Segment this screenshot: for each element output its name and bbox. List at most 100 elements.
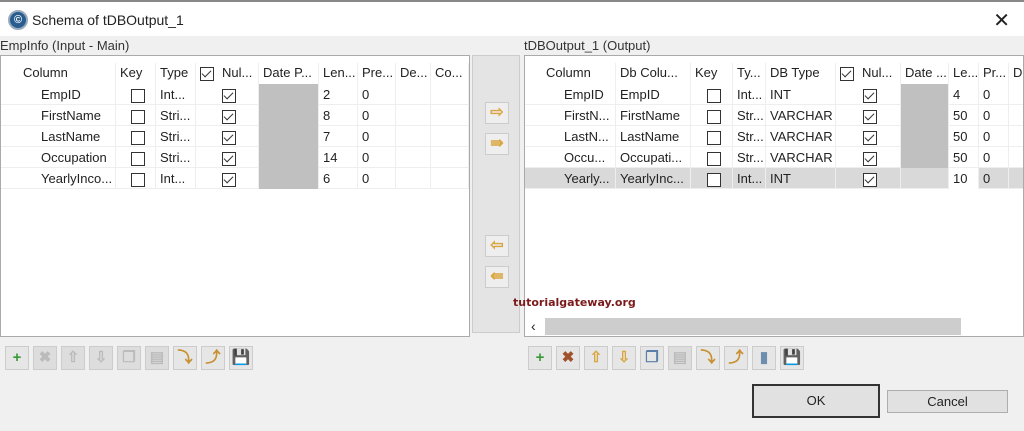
add-icon[interactable]: +: [528, 346, 552, 370]
column-header[interactable]: Ty...: [733, 63, 766, 84]
down-icon[interactable]: ⇩: [612, 346, 636, 370]
column-header[interactable]: De...: [396, 63, 431, 84]
column-header[interactable]: DB Type: [766, 63, 836, 84]
cell-type: Stri...: [156, 126, 196, 147]
output-schema-table[interactable]: ‹ Column Db Colu... Key Ty... DB Type Nul... D…: [524, 55, 1024, 337]
cell-type: Int...: [156, 168, 196, 189]
key-checkbox[interactable]: [130, 130, 145, 145]
remove-icon[interactable]: ✖: [33, 346, 57, 370]
key-checkbox[interactable]: [706, 109, 721, 124]
copy-all-right-button[interactable]: ⇛: [485, 133, 509, 155]
key-checkbox[interactable]: [130, 109, 145, 124]
remove-icon[interactable]: ✖: [556, 346, 580, 370]
table-row[interactable]: FirstN... FirstName Str... VARCHAR 50 0: [525, 105, 1023, 126]
cell-default: [396, 147, 431, 168]
table-row[interactable]: LastName Stri... 7 0: [1, 126, 469, 147]
scrollbar-thumb[interactable]: [545, 318, 961, 335]
horizontal-scrollbar[interactable]: ‹: [525, 316, 1023, 336]
scroll-left-icon[interactable]: ‹: [531, 318, 536, 334]
select-all-nullable-checkbox[interactable]: [200, 66, 214, 81]
column-header[interactable]: Column: [542, 63, 616, 84]
nullable-checkbox[interactable]: [222, 130, 236, 145]
column-header[interactable]: Key: [691, 63, 733, 84]
table-row[interactable]: YearlyInco... Int... 6 0: [1, 168, 469, 189]
column-header[interactable]: Nul...: [836, 63, 901, 84]
key-checkbox[interactable]: [706, 88, 721, 103]
close-icon[interactable]: ✕: [993, 8, 1010, 33]
column-header[interactable]: Co...: [431, 63, 469, 84]
table-row[interactable]: Occu... Occupati... Str... VARCHAR 50 0: [525, 147, 1023, 168]
cell-date: [259, 105, 319, 126]
cell-length: 2: [319, 84, 358, 105]
column-header[interactable]: Key: [116, 63, 156, 84]
column-header[interactable]: Date ...: [901, 63, 949, 84]
import-icon[interactable]: ⤵: [173, 346, 197, 370]
select-all-nullable-checkbox[interactable]: [840, 66, 854, 81]
db-icon[interactable]: ▮: [752, 346, 776, 370]
ok-button[interactable]: OK: [752, 384, 880, 418]
table-row[interactable]: LastN... LastName Str... VARCHAR 50 0: [525, 126, 1023, 147]
nullable-checkbox[interactable]: [222, 88, 236, 103]
window-title: Schema of tDBOutput_1: [32, 12, 184, 28]
export-icon[interactable]: ⤴: [724, 346, 748, 370]
import-icon[interactable]: ⤵: [696, 346, 720, 370]
cell-nullable: [836, 168, 901, 189]
column-header[interactable]: Pr...: [979, 63, 1009, 84]
down-icon[interactable]: ⇩: [89, 346, 113, 370]
nullable-checkbox[interactable]: [222, 151, 236, 166]
column-header[interactable]: Db Colu...: [616, 63, 691, 84]
key-checkbox[interactable]: [706, 172, 721, 187]
column-header[interactable]: D: [1009, 63, 1023, 84]
nullable-checkbox[interactable]: [863, 88, 877, 103]
cell-precision: 0: [358, 84, 396, 105]
table-row[interactable]: Occupation Stri... 14 0: [1, 147, 469, 168]
nullable-checkbox[interactable]: [863, 130, 877, 145]
nullable-checkbox[interactable]: [863, 151, 877, 166]
paste-icon[interactable]: ▤: [668, 346, 692, 370]
up-icon[interactable]: ⇧: [584, 346, 608, 370]
key-checkbox[interactable]: [706, 130, 721, 145]
key-checkbox[interactable]: [130, 151, 145, 166]
nullable-checkbox[interactable]: [222, 109, 236, 124]
cell-date: [259, 147, 319, 168]
cell-date: [901, 105, 949, 126]
column-header[interactable]: Pre...: [358, 63, 396, 84]
cell-db_type: INT: [766, 84, 836, 105]
column-header[interactable]: Nul...: [196, 63, 259, 84]
table-row[interactable]: Yearly... YearlyInc... Int... INT 10 0: [525, 168, 1023, 189]
table-row[interactable]: EmpID Int... 2 0: [1, 84, 469, 105]
copy-icon[interactable]: ❐: [117, 346, 141, 370]
nullable-checkbox[interactable]: [222, 172, 236, 187]
column-header[interactable]: Column: [19, 63, 116, 84]
cell-nullable: [836, 84, 901, 105]
column-header[interactable]: Le...: [949, 63, 979, 84]
save-icon[interactable]: 💾: [780, 346, 804, 370]
input-schema-table[interactable]: Column Key Type Nul... Date P... Len... Pre...…: [0, 55, 470, 337]
cell-default: [396, 105, 431, 126]
app-logo-icon: ©: [8, 10, 28, 30]
cell-precision: 0: [979, 168, 1009, 189]
key-checkbox[interactable]: [130, 88, 145, 103]
copy-selected-right-button[interactable]: ⇨: [485, 102, 509, 124]
cell-db_type: VARCHAR: [766, 147, 836, 168]
paste-icon[interactable]: ▤: [145, 346, 169, 370]
cancel-button[interactable]: Cancel: [887, 390, 1008, 413]
copy-icon[interactable]: ❐: [640, 346, 664, 370]
copy-selected-left-button[interactable]: ⇦: [485, 235, 509, 257]
column-header[interactable]: Len...: [319, 63, 358, 84]
key-checkbox[interactable]: [706, 151, 721, 166]
table-row[interactable]: FirstName Stri... 8 0: [1, 105, 469, 126]
add-icon[interactable]: +: [5, 346, 29, 370]
up-icon[interactable]: ⇧: [61, 346, 85, 370]
key-checkbox[interactable]: [130, 172, 145, 187]
cell-type: Int...: [156, 84, 196, 105]
copy-all-left-button[interactable]: ⇚: [485, 266, 509, 288]
column-header[interactable]: Type: [156, 63, 196, 84]
column-header[interactable]: Date P...: [259, 63, 319, 84]
cell-key: [691, 84, 733, 105]
nullable-checkbox[interactable]: [863, 172, 877, 187]
nullable-checkbox[interactable]: [863, 109, 877, 124]
export-icon[interactable]: ⤴: [201, 346, 225, 370]
save-icon[interactable]: 💾: [229, 346, 253, 370]
table-row[interactable]: EmpID EmpID Int... INT 4 0: [525, 84, 1023, 105]
